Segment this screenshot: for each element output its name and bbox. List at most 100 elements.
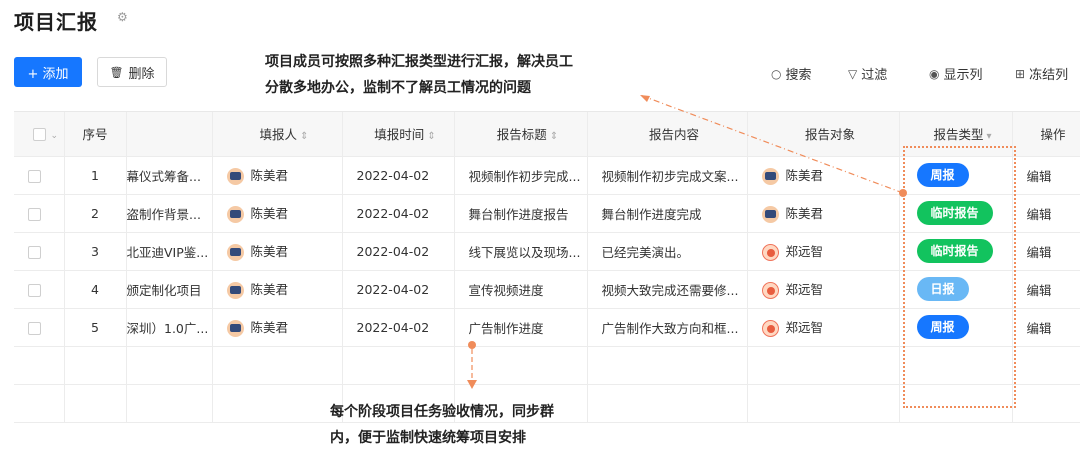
row-target: 陈美君 (747, 194, 900, 233)
sort-icon[interactable]: ⇕ (300, 131, 308, 142)
col-title[interactable]: 报告标题 ⇕ (454, 112, 588, 157)
freeze-columns-label: 冻结列 (1029, 68, 1069, 83)
row-index: 5 (64, 308, 127, 347)
row-content: 视频制作初步完成文案... (587, 156, 748, 195)
eye-icon: ◉ (929, 66, 940, 81)
row-reporter: 陈美君 (212, 270, 343, 309)
row-index: 3 (64, 232, 127, 271)
row-content: 视频大致完成还需要修... (587, 270, 748, 309)
reporter-name: 陈美君 (250, 206, 289, 221)
trash-icon: 🗑 (109, 65, 124, 79)
row-checkbox[interactable] (14, 156, 65, 195)
display-columns-label: 显示列 (943, 68, 983, 83)
freeze-icon: ⊞ (1015, 66, 1026, 81)
col-action: 操作 (1012, 112, 1080, 157)
target-name: 郑远智 (785, 244, 824, 259)
gear-icon[interactable]: ⚙ (117, 10, 128, 24)
row-project: 盗制作背景... (126, 194, 213, 233)
annotation-bottom-line2: 内，便于监制快速统筹项目安排 (330, 430, 526, 446)
report-type-highlight (903, 146, 1016, 408)
row-time: 2022-04-02 (342, 270, 455, 309)
reporter-name: 陈美君 (250, 244, 289, 259)
row-title: 广告制作进度 (454, 308, 588, 347)
row-reporter: 陈美君 (212, 194, 343, 233)
row-time: 2022-04-02 (342, 194, 455, 233)
col-type-label: 报告类型 (933, 127, 984, 143)
col-target: 报告对象 (747, 112, 900, 157)
annotation-top-line1: 项目成员可按照多种汇报类型进行汇报，解决员工 (265, 54, 573, 70)
row-content: 广告制作大致方向和框... (587, 308, 748, 347)
filter-label: 过滤 (861, 68, 888, 83)
avatar (226, 206, 244, 223)
avatar (226, 282, 244, 299)
search-label: 搜索 (785, 68, 812, 83)
add-button-label: + 添加 (27, 66, 69, 82)
avatar (226, 168, 244, 185)
edit-link[interactable]: 编辑 (1012, 308, 1080, 347)
row-target: 郑远智 (747, 308, 900, 347)
row-reporter: 陈美君 (212, 232, 343, 271)
row-checkbox[interactable] (14, 308, 65, 347)
col-index: 序号 (64, 112, 127, 157)
col-project (126, 112, 213, 157)
row-reporter: 陈美君 (212, 156, 343, 195)
display-columns-button[interactable]: ◉ 显示列 (929, 64, 983, 84)
row-project: 颁定制化项目 (126, 270, 213, 309)
sort-icon[interactable]: ⇕ (550, 131, 558, 142)
target-name: 郑远智 (785, 320, 824, 335)
row-target: 陈美君 (747, 156, 900, 195)
row-title: 线下展览以及现场... (454, 232, 588, 271)
edit-link[interactable]: 编辑 (1012, 232, 1080, 271)
row-time: 2022-04-02 (342, 308, 455, 347)
row-index: 4 (64, 270, 127, 309)
row-target: 郑远智 (747, 232, 900, 271)
search-button[interactable]: ○ 搜索 (771, 64, 812, 84)
avatar (226, 320, 244, 337)
row-index: 1 (64, 156, 127, 195)
search-icon: ○ (771, 66, 782, 81)
avatar (761, 320, 779, 337)
row-time: 2022-04-02 (342, 232, 455, 271)
row-checkbox[interactable] (14, 194, 65, 233)
row-title: 舞台制作进度报告 (454, 194, 588, 233)
target-name: 陈美君 (785, 168, 824, 183)
row-reporter: 陈美君 (212, 308, 343, 347)
edit-link[interactable]: 编辑 (1012, 270, 1080, 309)
avatar (761, 282, 779, 299)
row-project: 北亚迪VIP鉴... (126, 232, 213, 271)
row-checkbox[interactable] (14, 270, 65, 309)
annotation-top-line2: 分散多地办公，监制不了解员工情况的问题 (265, 80, 531, 96)
row-project: 深圳）1.0广... (126, 308, 213, 347)
avatar (761, 244, 779, 261)
freeze-columns-button[interactable]: ⊞ 冻结列 (1015, 64, 1069, 84)
avatar (761, 168, 779, 185)
edit-link[interactable]: 编辑 (1012, 156, 1080, 195)
filter-caret-icon[interactable]: ▾ (986, 131, 991, 142)
col-time[interactable]: 填报时间 ⇕ (342, 112, 455, 157)
annotation-bottom-line1: 每个阶段项目任务验收情况，同步群 (330, 404, 554, 420)
filter-button[interactable]: ▽ 过滤 (848, 64, 888, 84)
row-time: 2022-04-02 (342, 156, 455, 195)
col-time-label: 填报时间 (374, 127, 425, 143)
row-target: 郑远智 (747, 270, 900, 309)
row-title: 宣传视频进度 (454, 270, 588, 309)
edit-link[interactable]: 编辑 (1012, 194, 1080, 233)
reporter-name: 陈美君 (250, 320, 289, 335)
select-all-checkbox[interactable]: ⌄ (14, 112, 65, 157)
row-checkbox[interactable] (14, 232, 65, 271)
reporter-name: 陈美君 (250, 282, 289, 297)
add-button[interactable]: + 添加 (14, 57, 82, 87)
row-title: 视频制作初步完成... (454, 156, 588, 195)
annotation-top: 项目成员可按照多种汇报类型进行汇报，解决员工 分散多地办公，监制不了解员工情况的… (265, 49, 665, 101)
row-project: 幕仪式筹备... (126, 156, 213, 195)
avatar (226, 244, 244, 261)
delete-button[interactable]: 🗑 删除 (97, 57, 167, 87)
reporter-name: 陈美君 (250, 168, 289, 183)
page-title: 项目汇报 (14, 10, 98, 34)
avatar (761, 206, 779, 223)
col-reporter[interactable]: 填报人 ⇕ (212, 112, 343, 157)
col-title-label: 报告标题 (496, 127, 547, 143)
sort-icon[interactable]: ⇕ (427, 131, 435, 142)
target-name: 郑远智 (785, 282, 824, 297)
chevron-down-icon[interactable]: ⌄ (50, 131, 58, 141)
